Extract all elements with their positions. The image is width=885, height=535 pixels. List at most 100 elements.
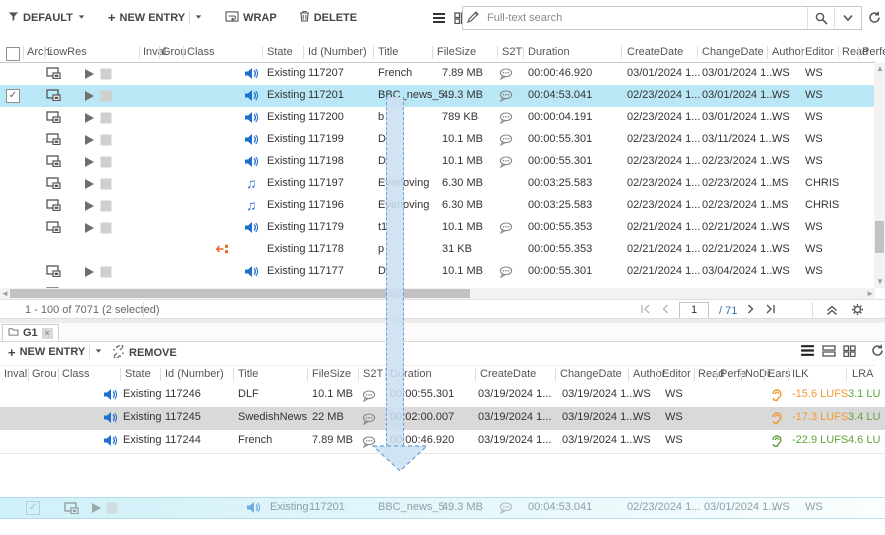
chevron-down-icon[interactable]: [194, 12, 203, 24]
select-all-checkbox[interactable]: [6, 47, 20, 61]
refresh-icon[interactable]: [871, 344, 884, 360]
wrap-button[interactable]: WRAP: [225, 11, 277, 25]
play-icon[interactable]: [84, 90, 95, 105]
column-header-author[interactable]: Author: [633, 368, 665, 380]
list-view-icon[interactable]: [432, 12, 446, 27]
column-separator[interactable]: [497, 46, 498, 59]
column-separator[interactable]: [846, 368, 847, 381]
column-separator[interactable]: [741, 368, 742, 381]
new-entry-button[interactable]: + NEW ENTRY: [108, 11, 203, 25]
column-separator[interactable]: [764, 368, 765, 381]
column-separator[interactable]: [44, 46, 45, 59]
refresh-icon[interactable]: [868, 11, 881, 27]
column-header-perfe[interactable]: Perfe: [720, 368, 746, 380]
play-icon[interactable]: [84, 266, 95, 281]
column-separator[interactable]: [801, 46, 802, 59]
column-separator[interactable]: [23, 46, 24, 59]
table-row[interactable]: Existing117246DLF10.1 MB00:00:55.30103/1…: [0, 384, 885, 408]
tab-g1[interactable]: G1 ×: [2, 324, 59, 341]
column-header-grou[interactable]: Grou: [32, 368, 56, 380]
list-view-icon[interactable]: [800, 344, 815, 360]
column-separator[interactable]: [159, 46, 160, 59]
column-separator[interactable]: [183, 46, 184, 59]
column-header-inval[interactable]: Inval: [4, 368, 27, 380]
column-separator[interactable]: [358, 368, 359, 381]
stop-icon[interactable]: [100, 222, 112, 237]
first-page-icon[interactable]: [640, 304, 651, 317]
column-separator[interactable]: [555, 368, 556, 381]
play-icon[interactable]: [84, 156, 95, 171]
column-separator[interactable]: [303, 46, 304, 59]
column-header-ilk[interactable]: ILK: [792, 368, 809, 380]
table-row[interactable]: Existing117200b789 KB00:00:04.19102/23/2…: [0, 107, 875, 130]
column-header-id-number-[interactable]: Id (Number): [165, 368, 224, 380]
stop-icon[interactable]: [100, 68, 112, 83]
column-header-createdate[interactable]: CreateDate: [627, 46, 683, 58]
prev-page-icon[interactable]: [661, 304, 669, 317]
query-edit-pencil-icon[interactable]: [463, 11, 483, 26]
column-separator[interactable]: [697, 46, 698, 59]
search-options-chevron[interactable]: [834, 7, 861, 29]
column-separator[interactable]: [657, 368, 658, 381]
column-header-editor[interactable]: Editor: [662, 368, 691, 380]
column-separator[interactable]: [262, 46, 263, 59]
table-row[interactable]: Existing117207French7.89 MB00:00:46.9200…: [0, 63, 875, 86]
column-header-class[interactable]: Class: [187, 46, 215, 58]
vertical-scroll-thumb[interactable]: [875, 221, 884, 253]
stop-icon[interactable]: [100, 266, 112, 281]
column-separator[interactable]: [621, 46, 622, 59]
gear-icon[interactable]: [851, 303, 864, 319]
column-header-changedate[interactable]: ChangeDate: [702, 46, 764, 58]
vertical-scrollbar[interactable]: ▲ ▼: [874, 63, 885, 288]
column-header-changedate[interactable]: ChangeDate: [560, 368, 622, 380]
table-row[interactable]: Existing117198D10.1 MB00:00:55.30102/23/…: [0, 151, 875, 174]
collapse-pane-icon[interactable]: [826, 304, 838, 319]
scroll-down-icon[interactable]: ▼: [876, 277, 884, 287]
column-header-s2t[interactable]: S2T: [363, 368, 383, 380]
column-header-perfe[interactable]: Perfe: [862, 46, 885, 58]
page-number-input[interactable]: 1: [679, 302, 709, 319]
table-row[interactable]: Existing117245SwedishNews22 MB00:02:00.0…: [0, 407, 885, 431]
column-separator[interactable]: [28, 368, 29, 381]
column-separator[interactable]: [307, 368, 308, 381]
column-separator[interactable]: [628, 368, 629, 381]
stop-icon[interactable]: [100, 90, 112, 105]
horizontal-scrollbar[interactable]: ◄ ►: [0, 288, 875, 299]
play-icon[interactable]: [84, 112, 95, 127]
table-row[interactable]: Existing117199D10.1 MB00:00:55.30102/23/…: [0, 129, 875, 152]
stop-icon[interactable]: [100, 178, 112, 193]
column-header-nodi[interactable]: NoDi: [745, 368, 769, 380]
column-header-class[interactable]: Class: [62, 368, 90, 380]
tab-close-icon[interactable]: ×: [42, 328, 53, 339]
table-row[interactable]: Existing117178p31 KB00:00:55.35302/21/20…: [0, 239, 875, 262]
rows-view-icon[interactable]: [822, 345, 836, 360]
column-separator[interactable]: [694, 368, 695, 381]
stop-icon[interactable]: [100, 112, 112, 127]
table-row[interactable]: Existing117177D10.1 MB00:00:55.30102/21/…: [0, 261, 875, 284]
row-checkbox[interactable]: ✓: [6, 89, 20, 103]
column-header-filesize[interactable]: FileSize: [312, 368, 351, 380]
search-magnifier-button[interactable]: [807, 7, 834, 29]
table-row[interactable]: Existing117179t110.1 MB00:00:55.35302/21…: [0, 217, 875, 240]
table-row[interactable]: ✓Existing117201BBC_news_5...49.3 MB00:04…: [0, 85, 875, 108]
column-separator[interactable]: [120, 368, 121, 381]
column-header-state[interactable]: State: [267, 46, 293, 58]
filter-default-button[interactable]: DEFAULT: [8, 11, 86, 25]
scroll-left-icon[interactable]: ◄: [1, 289, 9, 299]
column-separator[interactable]: [233, 368, 234, 381]
column-separator[interactable]: [858, 46, 859, 59]
play-icon[interactable]: [84, 178, 95, 193]
search-input[interactable]: [483, 12, 807, 24]
column-separator[interactable]: [523, 46, 524, 59]
column-separator[interactable]: [58, 368, 59, 381]
column-header-editor[interactable]: Editor: [805, 46, 834, 58]
column-header-state[interactable]: State: [125, 368, 151, 380]
table-row[interactable]: ♫Existing117196Everloving6.30 MB00:03:25…: [0, 195, 875, 218]
play-icon[interactable]: [84, 200, 95, 215]
play-icon[interactable]: [84, 68, 95, 83]
column-header-s2t[interactable]: S2T: [502, 46, 522, 58]
column-header-id-number-[interactable]: Id (Number): [308, 46, 367, 58]
column-header-title[interactable]: Title: [238, 368, 258, 380]
column-separator[interactable]: [373, 46, 374, 59]
column-header-duration[interactable]: Duration: [528, 46, 570, 58]
